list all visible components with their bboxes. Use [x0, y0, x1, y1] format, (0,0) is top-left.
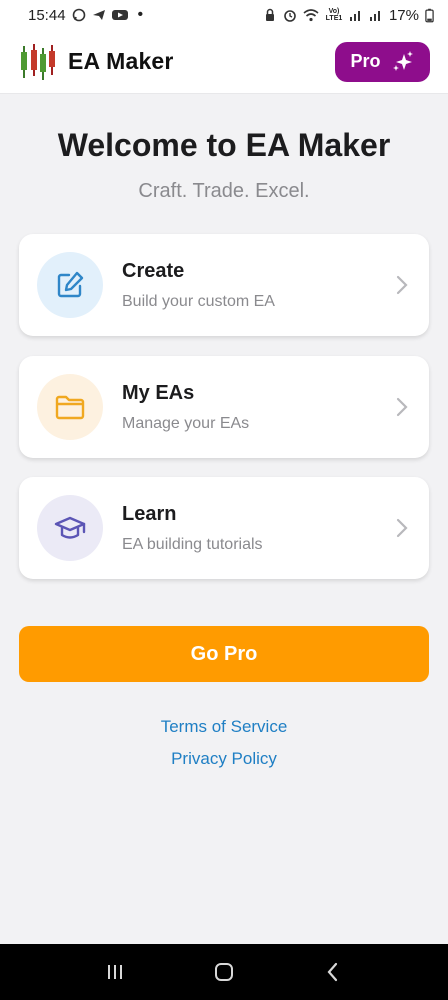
create-card-description: Build your custom EA [122, 292, 275, 310]
notification-dot-icon: • [137, 6, 144, 23]
terms-of-service-link[interactable]: Terms of Service [0, 717, 448, 737]
candlestick-logo-icon [21, 43, 55, 80]
youtube-icon [111, 10, 128, 20]
telegram-icon [92, 10, 105, 20]
create-card[interactable]: Create Build your custom EA [19, 234, 429, 336]
sparkles-icon [392, 50, 413, 71]
welcome-subtitle: Craft. Trade. Excel. [138, 180, 310, 202]
status-bar: 15:44 • Vo) LTE1 17% [0, 0, 448, 30]
welcome-title: Welcome to EA Maker [57, 127, 391, 163]
learn-icon-circle [37, 495, 103, 561]
status-left: 15:44 • [28, 7, 143, 24]
create-icon-circle [37, 252, 103, 318]
chevron-right-icon [396, 397, 408, 417]
network-label: Vo) LTE1 [325, 8, 343, 22]
graduation-cap-icon [54, 516, 86, 539]
system-nav-bar [0, 944, 448, 1000]
lock-icon [265, 8, 274, 21]
my-eas-card-text: My EAs Manage your EAs [122, 382, 393, 433]
whatsapp-icon [72, 8, 85, 22]
my-eas-card-title: My EAs [122, 381, 195, 404]
my-eas-card[interactable]: My EAs Manage your EAs [19, 356, 429, 458]
home-icon[interactable] [213, 961, 235, 983]
learn-card-title: Learn [122, 502, 177, 525]
pro-button[interactable]: Pro [335, 41, 430, 82]
folder-icon [55, 395, 85, 420]
alarm-icon [284, 10, 296, 22]
signal-icon-2 [369, 11, 380, 21]
chevron-right-icon [396, 518, 408, 538]
app-bar: EA Maker Pro [0, 30, 448, 94]
battery-icon [425, 8, 434, 22]
wifi-icon [303, 9, 319, 22]
edit-icon [57, 271, 84, 298]
my-eas-card-description: Manage your EAs [122, 414, 250, 432]
brand: EA Maker [18, 42, 174, 82]
status-time: 15:44 [28, 6, 66, 24]
go-pro-button[interactable]: Go Pro [19, 626, 429, 682]
signal-icon [349, 11, 360, 21]
app-title: EA Maker [68, 48, 174, 74]
my-eas-icon-circle [37, 374, 103, 440]
back-icon[interactable] [322, 961, 344, 983]
learn-card-description: EA building tutorials [122, 535, 263, 553]
create-card-title: Create [122, 259, 185, 282]
chevron-right-icon [396, 275, 408, 295]
learn-card[interactable]: Learn EA building tutorials [19, 477, 429, 579]
recent-apps-icon[interactable] [104, 961, 126, 983]
learn-card-text: Learn EA building tutorials [122, 503, 393, 554]
create-card-text: Create Build your custom EA [122, 260, 393, 311]
privacy-policy-link[interactable]: Privacy Policy [0, 749, 448, 769]
pro-button-label: Pro [350, 51, 381, 71]
battery-percent: 17% [388, 6, 419, 24]
status-right: Vo) LTE1 17% [263, 7, 434, 24]
